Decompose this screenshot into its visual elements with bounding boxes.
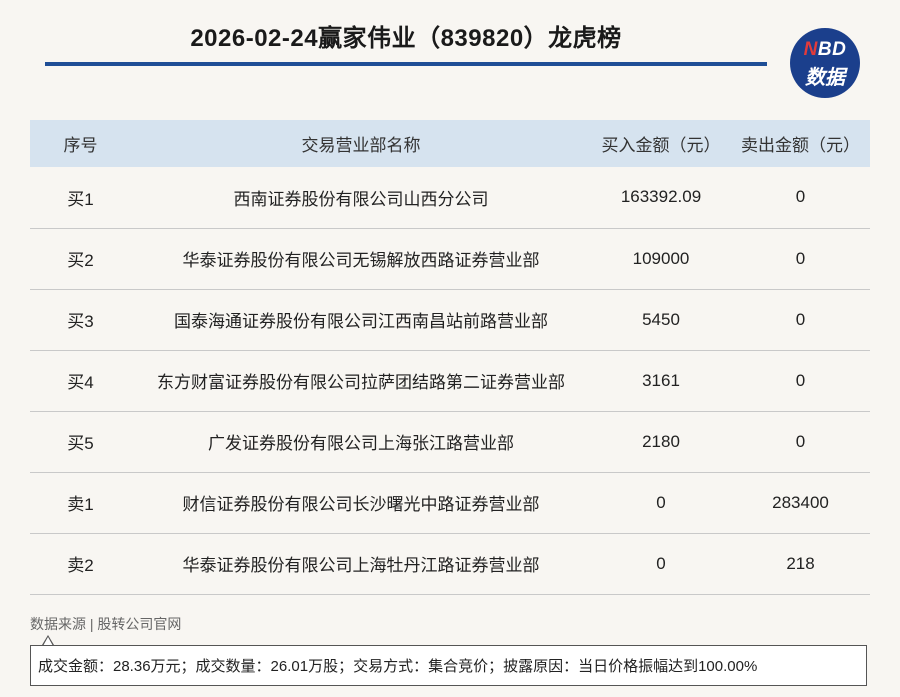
table-row: 买2 华泰证券股份有限公司无锡解放西路证券营业部 109000 0 <box>30 228 870 290</box>
dragon-tiger-table: 序号 交易营业部名称 买入金额（元） 卖出金额（元） 买1 西南证券股份有限公司山… <box>30 120 870 595</box>
logo-subtitle: 数据 <box>805 67 845 89</box>
sell-amount-cell: 0 <box>731 411 870 473</box>
title-underline <box>45 62 767 66</box>
buy-amount-cell: 0 <box>591 472 731 534</box>
branch-name-cell: 华泰证券股份有限公司无锡解放西路证券营业部 <box>131 228 591 290</box>
seq-cell: 买3 <box>30 289 131 351</box>
logo-n: N <box>803 39 818 60</box>
logo-brand: NBD <box>790 39 860 61</box>
buy-amount-cell: 0 <box>591 533 731 595</box>
seq-cell: 卖2 <box>30 533 131 595</box>
data-source: 数据来源 | 股转公司官网 <box>30 616 182 632</box>
table-header-row: 序号 交易营业部名称 买入金额（元） 卖出金额（元） <box>30 120 870 167</box>
seq-cell: 卖1 <box>30 472 131 534</box>
table-row: 买4 东方财富证券股份有限公司拉萨团结路第二证券营业部 3161 0 <box>30 350 870 412</box>
page-title: 2026-02-24赢家伟业（839820）龙虎榜 <box>190 25 622 52</box>
branch-name-cell: 东方财富证券股份有限公司拉萨团结路第二证券营业部 <box>131 350 591 412</box>
sell-amount-cell: 0 <box>731 167 870 229</box>
branch-name-cell: 广发证券股份有限公司上海张江路营业部 <box>131 411 591 473</box>
seq-cell: 买1 <box>30 167 131 229</box>
sell-amount-cell: 0 <box>731 289 870 351</box>
sell-amount-cell: 0 <box>731 350 870 412</box>
table-row: 卖2 华泰证券股份有限公司上海牡丹江路证券营业部 0 218 <box>30 533 870 595</box>
sell-amount-cell: 0 <box>731 228 870 290</box>
sell-amount-cell: 283400 <box>731 472 870 534</box>
branch-name-cell: 华泰证券股份有限公司上海牡丹江路证券营业部 <box>131 533 591 595</box>
seq-cell: 买4 <box>30 350 131 412</box>
buy-amount-cell: 163392.09 <box>591 167 731 229</box>
sell-amount-cell: 218 <box>731 533 870 595</box>
column-header-sell: 卖出金额（元） <box>731 120 870 167</box>
table-row: 买3 国泰海通证券股份有限公司江西南昌站前路营业部 5450 0 <box>30 289 870 351</box>
buy-amount-cell: 5450 <box>591 289 731 351</box>
column-header-buy: 买入金额（元） <box>591 120 731 167</box>
seq-cell: 买5 <box>30 411 131 473</box>
buy-amount-cell: 109000 <box>591 228 731 290</box>
branch-name-cell: 财信证券股份有限公司长沙曙光中路证券营业部 <box>131 472 591 534</box>
seq-cell: 买2 <box>30 228 131 290</box>
table-row: 卖1 财信证券股份有限公司长沙曙光中路证券营业部 0 283400 <box>30 472 870 534</box>
table-row: 买1 西南证券股份有限公司山西分公司 163392.09 0 <box>30 167 870 229</box>
buy-amount-cell: 2180 <box>591 411 731 473</box>
table-row: 买5 广发证券股份有限公司上海张江路营业部 2180 0 <box>30 411 870 473</box>
column-header-seq: 序号 <box>30 120 131 167</box>
column-header-branch: 交易营业部名称 <box>131 120 591 167</box>
trade-summary-note: 成交金额：28.36万元；成交数量：26.01万股；交易方式：集合竞价；披露原因… <box>30 645 867 686</box>
branch-name-cell: 西南证券股份有限公司山西分公司 <box>131 167 591 229</box>
branch-name-cell: 国泰海通证券股份有限公司江西南昌站前路营业部 <box>131 289 591 351</box>
buy-amount-cell: 3161 <box>591 350 731 412</box>
logo-bd: BD <box>817 39 847 60</box>
nbd-logo: NBD 数据 <box>790 28 860 98</box>
callout-caret <box>42 635 54 646</box>
